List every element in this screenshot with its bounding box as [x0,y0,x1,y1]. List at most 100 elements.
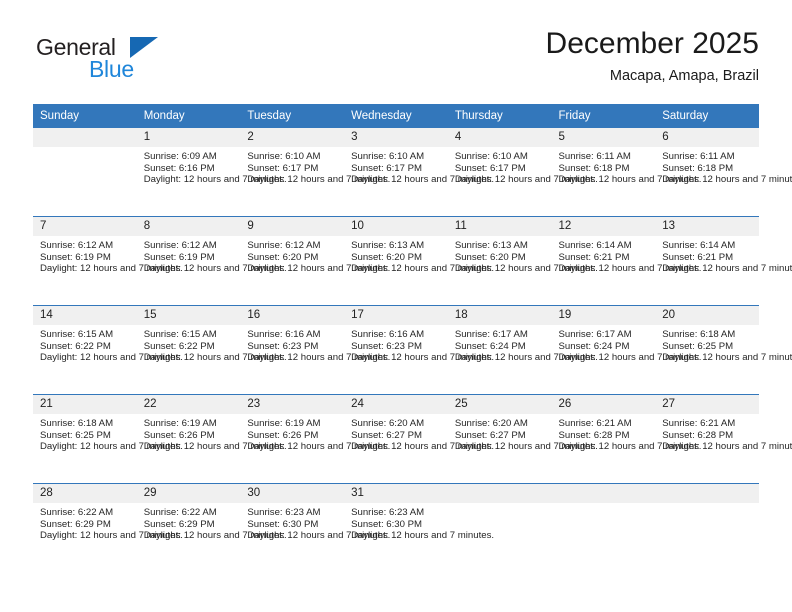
calendar-day-cell[interactable]: 23 Sunrise: 6:19 AM Sunset: 6:26 PM Dayl… [240,394,391,484]
sunrise-text: Sunrise: 6:09 AM [143,151,217,162]
calendar-day-cell[interactable]: 17 Sunrise: 6:16 AM Sunset: 6:23 PM Dayl… [344,305,494,395]
calendar-week-row: 28 Sunrise: 6:22 AM Sunset: 6:29 PM Dayl… [33,483,759,572]
calendar-day-cell[interactable]: 12 Sunrise: 6:14 AM Sunset: 6:21 PM Dayl… [551,216,701,306]
calendar-day-cell[interactable]: 16 Sunrise: 6:16 AM Sunset: 6:23 PM Dayl… [240,305,390,395]
sunset-text: Sunset: 6:27 PM [351,429,423,441]
sunset-text: Sunset: 6:21 PM [558,251,630,263]
daylight-text: Daylight: 12 hours and 7 minutes. [558,174,702,186]
sunset-text: Sunset: 6:24 PM [558,340,630,352]
weekday-header-monday: Monday [136,104,241,128]
calendar-day-cell[interactable]: 22 Sunrise: 6:19 AM Sunset: 6:26 PM Dayl… [136,394,287,484]
sunset-text: Sunset: 6:19 PM [40,251,111,263]
sunrise-text: Sunrise: 6:12 AM [247,240,321,251]
daylight-text: Daylight: 12 hours and 7 minutes. [662,352,792,364]
calendar-day-cell[interactable]: 24 Sunrise: 6:20 AM Sunset: 6:27 PM Dayl… [344,394,494,484]
daylight-text: Daylight: 12 hours and 7 minutes. [143,352,287,364]
calendar-day-cell[interactable]: 13 Sunrise: 6:14 AM Sunset: 6:21 PM Dayl… [655,216,792,306]
sunset-text: Sunset: 6:20 PM [454,251,526,263]
sunrise-text: Sunrise: 6:14 AM [662,240,736,251]
sunrise-text: Sunrise: 6:16 AM [247,329,321,340]
calendar-day-cell[interactable]: 21 Sunrise: 6:18 AM Sunset: 6:25 PM Dayl… [33,394,183,484]
day-number [447,484,552,503]
daylight-text: Daylight: 12 hours and 7 minutes. [143,174,287,186]
calendar-day-cell[interactable]: 27 Sunrise: 6:21 AM Sunset: 6:28 PM Dayl… [655,394,792,484]
calendar-day-cell[interactable]: 4 Sunrise: 6:10 AM Sunset: 6:17 PM Dayli… [447,127,598,217]
calendar-week-row: 1 Sunrise: 6:09 AM Sunset: 6:16 PM Dayli… [33,127,792,217]
daylight-text: Daylight: 12 hours and 7 minutes. [247,530,391,542]
calendar-day-cell[interactable]: 30 Sunrise: 6:23 AM Sunset: 6:30 PM Dayl… [240,483,391,572]
sunrise-text: Sunrise: 6:19 AM [143,418,217,429]
day-number: 13 [655,217,759,236]
daylight-text: Daylight: 12 hours and 7 minutes. [662,263,792,275]
sunset-text: Sunset: 6:26 PM [247,429,319,441]
sunset-text: Sunset: 6:22 PM [40,340,111,352]
sunset-text: Sunset: 6:28 PM [662,429,734,441]
calendar-day-cell[interactable]: 29 Sunrise: 6:22 AM Sunset: 6:29 PM Dayl… [136,483,287,572]
calendar-day-cell[interactable]: 15 Sunrise: 6:15 AM Sunset: 6:22 PM Dayl… [136,305,287,395]
weekday-header-wednesday: Wednesday [344,104,448,128]
sunset-text: Sunset: 6:29 PM [143,518,215,530]
sunset-text: Sunset: 6:30 PM [351,518,423,530]
daylight-text: Daylight: 12 hours and 7 minutes. [247,174,391,186]
calendar-day-cell[interactable]: 10 Sunrise: 6:13 AM Sunset: 6:20 PM Dayl… [344,216,495,306]
sunrise-text: Sunrise: 6:10 AM [454,151,528,162]
sunset-text: Sunset: 6:28 PM [558,429,630,441]
calendar-day-cell[interactable] [551,483,656,572]
calendar-body: 1 Sunrise: 6:09 AM Sunset: 6:16 PM Dayli… [33,127,792,572]
sunset-text: Sunset: 6:17 PM [454,162,526,174]
page-header: General Blue December 2025 Macapa, Amapa… [33,26,759,96]
sunset-text: Sunset: 6:25 PM [662,340,734,352]
calendar-day-cell[interactable]: 14 Sunrise: 6:15 AM Sunset: 6:22 PM Dayl… [33,305,183,395]
day-number: 31 [344,484,448,503]
day-number: 15 [136,306,241,325]
calendar-day-cell[interactable]: 18 Sunrise: 6:17 AM Sunset: 6:24 PM Dayl… [447,305,598,395]
calendar-day-cell[interactable]: 31 Sunrise: 6:23 AM Sunset: 6:30 PM Dayl… [344,483,494,572]
calendar-page: General Blue December 2025 Macapa, Amapa… [0,0,792,612]
day-number: 12 [551,217,656,236]
calendar-day-cell[interactable]: 7 Sunrise: 6:12 AM Sunset: 6:19 PM Dayli… [33,216,183,306]
day-number: 1 [136,128,241,147]
calendar-day-cell[interactable]: 26 Sunrise: 6:21 AM Sunset: 6:28 PM Dayl… [551,394,701,484]
sunset-text: Sunset: 6:20 PM [351,251,423,263]
calendar-day-cell[interactable] [447,483,552,572]
daylight-text: Daylight: 12 hours and 7 minutes. [351,263,495,275]
calendar-day-cell[interactable]: 3 Sunrise: 6:10 AM Sunset: 6:17 PM Dayli… [344,127,494,217]
calendar-day-cell[interactable]: 11 Sunrise: 6:13 AM Sunset: 6:20 PM Dayl… [447,216,598,306]
sunset-text: Sunset: 6:21 PM [662,251,734,263]
sunset-text: Sunset: 6:20 PM [247,251,319,263]
sunrise-text: Sunrise: 6:21 AM [662,418,736,429]
calendar-week-row: 14 Sunrise: 6:15 AM Sunset: 6:22 PM Dayl… [33,305,792,395]
sunset-text: Sunset: 6:17 PM [247,162,319,174]
calendar-day-cell[interactable]: 1 Sunrise: 6:09 AM Sunset: 6:16 PM Dayli… [136,127,287,217]
calendar-day-cell[interactable]: 28 Sunrise: 6:22 AM Sunset: 6:29 PM Dayl… [33,483,183,572]
sunset-text: Sunset: 6:23 PM [351,340,423,352]
day-number: 26 [551,395,656,414]
calendar-day-cell[interactable]: 2 Sunrise: 6:10 AM Sunset: 6:17 PM Dayli… [240,127,391,217]
day-number [655,484,759,503]
calendar-day-cell[interactable]: 19 Sunrise: 6:17 AM Sunset: 6:24 PM Dayl… [551,305,701,395]
sunset-text: Sunset: 6:25 PM [40,429,111,441]
day-number: 8 [136,217,241,236]
calendar-day-cell[interactable] [33,127,137,217]
calendar-day-cell[interactable] [655,483,759,572]
calendar-day-cell[interactable]: 9 Sunrise: 6:12 AM Sunset: 6:20 PM Dayli… [240,216,390,306]
sunset-text: Sunset: 6:22 PM [143,340,215,352]
sunrise-text: Sunrise: 6:10 AM [247,151,321,162]
calendar-day-cell[interactable]: 20 Sunrise: 6:18 AM Sunset: 6:25 PM Dayl… [655,305,792,395]
day-number: 27 [655,395,759,414]
sunrise-text: Sunrise: 6:16 AM [351,329,425,340]
calendar-day-cell[interactable]: 8 Sunrise: 6:12 AM Sunset: 6:19 PM Dayli… [136,216,287,306]
calendar-day-cell[interactable]: 6 Sunrise: 6:11 AM Sunset: 6:18 PM Dayli… [655,127,792,217]
sunrise-text: Sunrise: 6:11 AM [662,151,735,162]
weekday-header-thursday: Thursday [447,104,552,128]
day-number: 21 [33,395,137,414]
sunrise-text: Sunrise: 6:10 AM [351,151,425,162]
daylight-text: Daylight: 12 hours and 7 minutes. [247,441,391,453]
day-number: 11 [447,217,552,236]
daylight-text: Daylight: 12 hours and 7 minutes. [143,530,287,542]
sunrise-text: Sunrise: 6:17 AM [454,329,528,340]
calendar-day-cell[interactable]: 25 Sunrise: 6:20 AM Sunset: 6:27 PM Dayl… [447,394,598,484]
calendar-day-cell[interactable]: 5 Sunrise: 6:11 AM Sunset: 6:18 PM Dayli… [551,127,702,217]
general-blue-logo[interactable]: General Blue [33,34,223,90]
weekday-header-row: Sunday Monday Tuesday Wednesday Thursday… [33,104,759,128]
